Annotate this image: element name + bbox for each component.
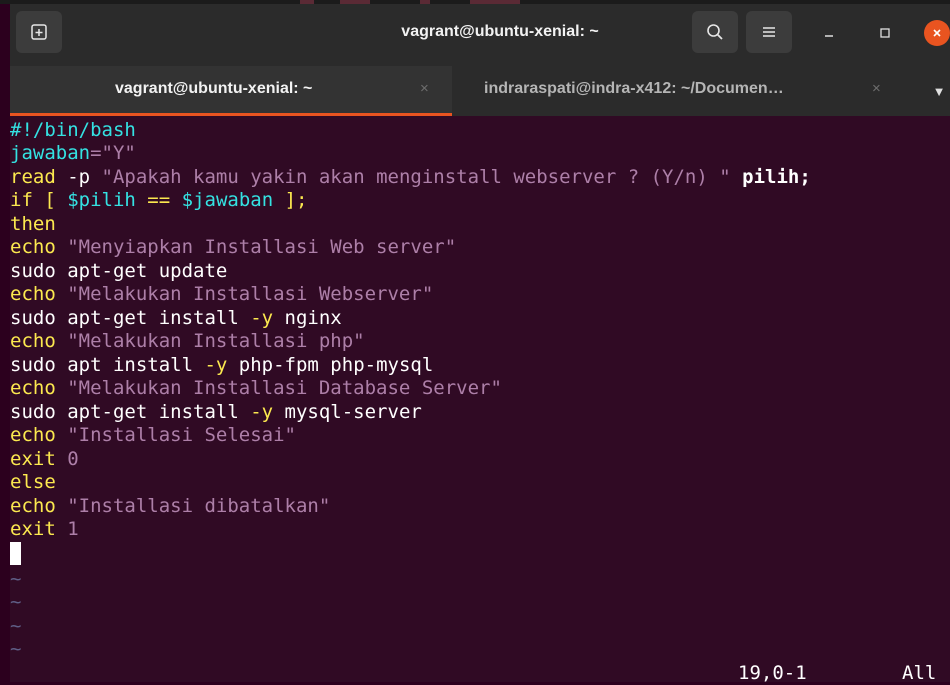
tab-label: vagrant@ubuntu-xenial: ~ bbox=[115, 80, 313, 97]
menu-button[interactable] bbox=[746, 11, 792, 53]
minimize-button[interactable] bbox=[814, 18, 844, 48]
chevron-down-icon: ▼ bbox=[932, 83, 946, 99]
code-line: exit 1 bbox=[10, 518, 79, 540]
code-line: echo "Melakukan Installasi Database Serv… bbox=[10, 377, 502, 399]
tab-close-button[interactable]: × bbox=[420, 66, 429, 112]
window-title: vagrant@ubuntu-xenial: ~ bbox=[401, 23, 599, 40]
code-line: echo "Melakukan Installasi php" bbox=[10, 330, 365, 352]
search-icon bbox=[707, 24, 723, 40]
code-line: sudo apt install -y php-fpm php-mysql bbox=[10, 354, 434, 376]
code-line: echo "Installasi dibatalkan" bbox=[10, 495, 331, 517]
tab-vagrant[interactable]: vagrant@ubuntu-xenial: ~ × bbox=[10, 66, 452, 116]
new-tab-icon bbox=[31, 24, 47, 40]
tab-close-button[interactable]: × bbox=[872, 66, 881, 112]
code-line: #!/bin/bash bbox=[10, 119, 136, 141]
code-line: sudo apt-get install -y mysql-server bbox=[10, 401, 422, 423]
empty-line-marker: ~ bbox=[10, 615, 22, 637]
code-line: echo "Installasi Selesai" bbox=[10, 424, 296, 446]
code-line: then bbox=[10, 213, 56, 235]
code-line: echo "Melakukan Installasi Webserver" bbox=[10, 283, 434, 305]
search-button[interactable] bbox=[692, 11, 738, 53]
empty-line-marker: ~ bbox=[10, 638, 22, 660]
tab-indraraspati[interactable]: indraraspati@indra-x412: ~/Documen… × bbox=[452, 66, 922, 116]
new-tab-button[interactable] bbox=[16, 11, 62, 53]
code-line: if [ $pilih == $jawaban ]; bbox=[10, 189, 308, 211]
vim-editor[interactable]: #!/bin/bash jawaban="Y" read -p "Apakah … bbox=[10, 116, 950, 684]
close-icon bbox=[933, 29, 941, 37]
code-line: else bbox=[10, 471, 56, 493]
hamburger-menu-icon bbox=[763, 27, 775, 37]
tab-label: indraraspati@indra-x412: ~/Documen… bbox=[484, 80, 784, 97]
tab-bar: vagrant@ubuntu-xenial: ~ × indraraspati@… bbox=[10, 66, 950, 116]
code-line: sudo apt-get update bbox=[10, 260, 228, 282]
maximize-button[interactable] bbox=[870, 18, 900, 48]
text-cursor bbox=[10, 542, 21, 565]
maximize-icon bbox=[880, 28, 890, 38]
empty-line-marker: ~ bbox=[10, 568, 22, 590]
minimize-icon bbox=[825, 35, 833, 37]
code-line: jawaban="Y" bbox=[10, 142, 136, 164]
empty-line-marker: ~ bbox=[10, 591, 22, 613]
tab-list-button[interactable]: ▼ bbox=[928, 66, 950, 116]
close-window-button[interactable] bbox=[924, 20, 950, 46]
title-bar: vagrant@ubuntu-xenial: ~ bbox=[10, 4, 950, 66]
code-line: echo "Menyiapkan Installasi Web server" bbox=[10, 236, 457, 258]
code-line: sudo apt-get install -y nginx bbox=[10, 307, 342, 329]
code-line: exit 0 bbox=[10, 448, 79, 470]
code-line: read -p "Apakah kamu yakin akan menginst… bbox=[10, 166, 811, 188]
